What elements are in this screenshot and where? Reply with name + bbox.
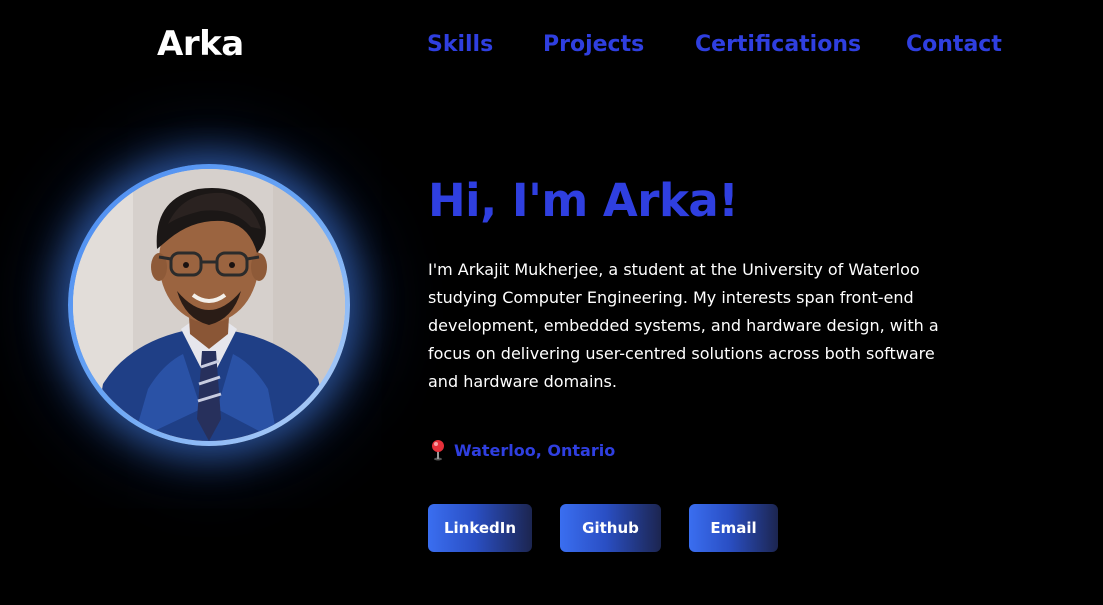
linkedin-button[interactable]: LinkedIn xyxy=(428,504,532,552)
location: Waterloo, Ontario xyxy=(428,437,615,463)
portfolio-page: Arka Skills Projects Certifications Cont… xyxy=(0,0,1103,605)
github-button[interactable]: Github xyxy=(560,504,661,552)
profile-photo-frame xyxy=(68,164,350,446)
location-text: Waterloo, Ontario xyxy=(454,440,616,460)
nav-link-certifications[interactable]: Certifications xyxy=(695,28,861,62)
hero-greeting: Hi, I'm Arka! xyxy=(428,174,739,227)
nav-link-contact[interactable]: Contact xyxy=(906,28,1002,62)
profile-photo xyxy=(73,169,345,441)
nav-link-projects[interactable]: Projects xyxy=(543,28,644,62)
profile-photo-illustration xyxy=(73,169,345,441)
email-button[interactable]: Email xyxy=(689,504,778,552)
map-pin-icon xyxy=(428,438,448,462)
bio-paragraph: I'm Arkajit Mukherjee, a student at the … xyxy=(428,260,939,391)
top-nav: Skills Projects Certifications Contact xyxy=(0,28,1103,62)
nav-link-skills[interactable]: Skills xyxy=(427,28,493,62)
